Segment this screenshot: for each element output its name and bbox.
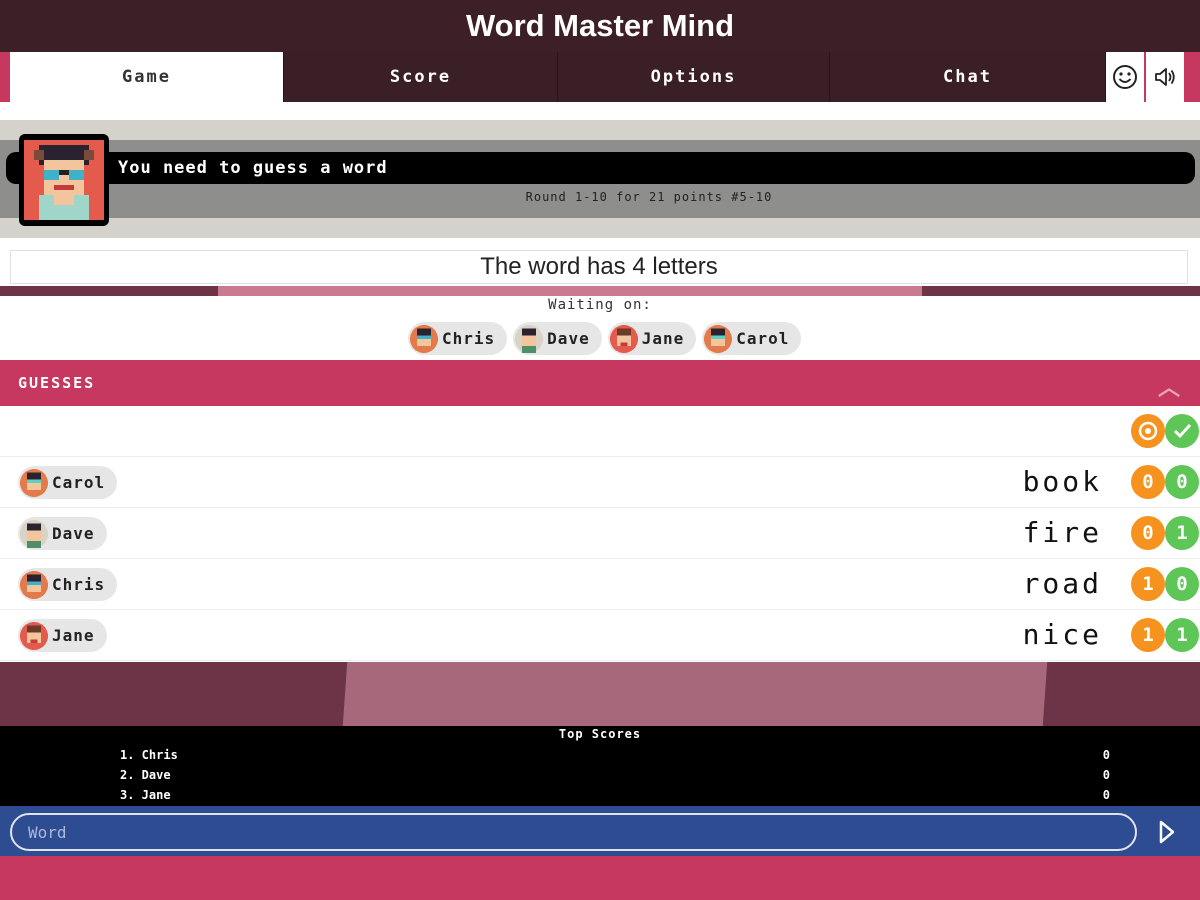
top-score-value: 0 xyxy=(1102,768,1110,782)
tab-score[interactable]: Score xyxy=(284,52,558,102)
player-name: Chris xyxy=(442,329,496,348)
round-info: Round 1-10 for 21 points #5-10 xyxy=(525,190,773,204)
player-chip: Chris xyxy=(408,322,508,355)
wrong-position-count: 1 xyxy=(1131,567,1165,601)
app-title: Word Master Mind xyxy=(0,0,1200,52)
smiley-icon xyxy=(1113,65,1137,89)
player-name: Jane xyxy=(641,329,685,348)
guess-list: Carol book 0 0 Dave fire 0 1 Chris road … xyxy=(0,406,1200,662)
avatar-icon xyxy=(704,324,733,353)
guess-word: fire xyxy=(1022,516,1102,549)
avatar-icon xyxy=(20,519,48,548)
player-name: Chris xyxy=(52,575,106,594)
top-score-name: 3. Jane xyxy=(120,788,171,802)
background-decoration xyxy=(0,662,1200,726)
wrong-position-count: 1 xyxy=(1131,618,1165,652)
avatar-icon xyxy=(410,324,438,353)
player-chip: Carol xyxy=(702,322,802,355)
waiting-label: Waiting on: xyxy=(548,297,652,313)
guess-word: book xyxy=(1022,465,1102,498)
player-chip: Jane xyxy=(607,322,697,355)
player-name: Jane xyxy=(52,626,95,645)
avatar-icon xyxy=(20,621,48,650)
top-score-name: 1. Chris xyxy=(120,748,178,762)
player-chip: Jane xyxy=(18,619,107,652)
correct-count: 0 xyxy=(1165,465,1199,499)
top-score-value: 0 xyxy=(1102,788,1110,802)
guess-row: Jane nice 1 1 xyxy=(0,610,1200,661)
top-score-row: 1. Chris 0 xyxy=(120,748,1110,768)
status-message: You need to guess a word xyxy=(6,152,1195,184)
guess-word: road xyxy=(1022,567,1102,600)
avatar-icon xyxy=(20,468,48,497)
word-input[interactable] xyxy=(10,813,1137,851)
player-name: Dave xyxy=(52,524,95,543)
guess-row: Carol book 0 0 xyxy=(0,457,1200,508)
smiley-button[interactable] xyxy=(1106,52,1144,102)
player-avatar xyxy=(19,134,109,226)
divider xyxy=(0,286,1200,296)
top-score-value: 0 xyxy=(1102,748,1110,762)
avatar-icon xyxy=(515,324,544,353)
player-chip: Chris xyxy=(18,568,118,601)
correct-count: 0 xyxy=(1165,567,1199,601)
target-icon xyxy=(1131,414,1165,448)
guesses-title: GUESSES xyxy=(18,374,96,392)
correct-count: 1 xyxy=(1165,618,1199,652)
top-score-row: 2. Dave 0 xyxy=(120,768,1110,788)
word-length-info: The word has 4 letters xyxy=(10,250,1188,284)
top-score-name: 2. Dave xyxy=(120,768,171,782)
sound-button[interactable] xyxy=(1146,52,1184,102)
wrong-position-count: 0 xyxy=(1131,516,1165,550)
speaker-icon xyxy=(1155,68,1175,86)
tab-bar: Game Score Options Chat xyxy=(0,52,1200,102)
send-button[interactable] xyxy=(1148,813,1186,851)
top-score-row: 3. Jane 0 xyxy=(120,788,1110,808)
send-icon xyxy=(1159,820,1175,844)
wrong-position-count: 0 xyxy=(1131,465,1165,499)
top-scores-title: Top Scores xyxy=(558,727,642,741)
check-icon xyxy=(1165,414,1199,448)
guess-row: Chris road 1 0 xyxy=(0,559,1200,610)
correct-count: 1 xyxy=(1165,516,1199,550)
tab-options[interactable]: Options xyxy=(558,52,830,102)
player-chip: Dave xyxy=(513,322,602,355)
avatar-icon xyxy=(20,570,48,599)
player-name: Carol xyxy=(52,473,106,492)
player-chip: Carol xyxy=(18,466,118,499)
waiting-players: Chris Dave Jane Carol xyxy=(408,322,802,355)
tab-game[interactable]: Game xyxy=(10,52,284,102)
chevron-up-icon[interactable]: ︿ xyxy=(1158,370,1182,402)
guess-word: nice xyxy=(1022,618,1102,651)
header-spacer xyxy=(0,102,1200,120)
guesses-header[interactable]: GUESSES ︿ xyxy=(0,360,1200,406)
player-chip: Dave xyxy=(18,517,107,550)
legend-row xyxy=(0,406,1200,457)
player-name: Dave xyxy=(547,329,590,348)
guess-row: Dave fire 0 1 xyxy=(0,508,1200,559)
tab-chat[interactable]: Chat xyxy=(830,52,1106,102)
player-name: Carol xyxy=(736,329,790,348)
avatar-icon xyxy=(609,324,638,353)
